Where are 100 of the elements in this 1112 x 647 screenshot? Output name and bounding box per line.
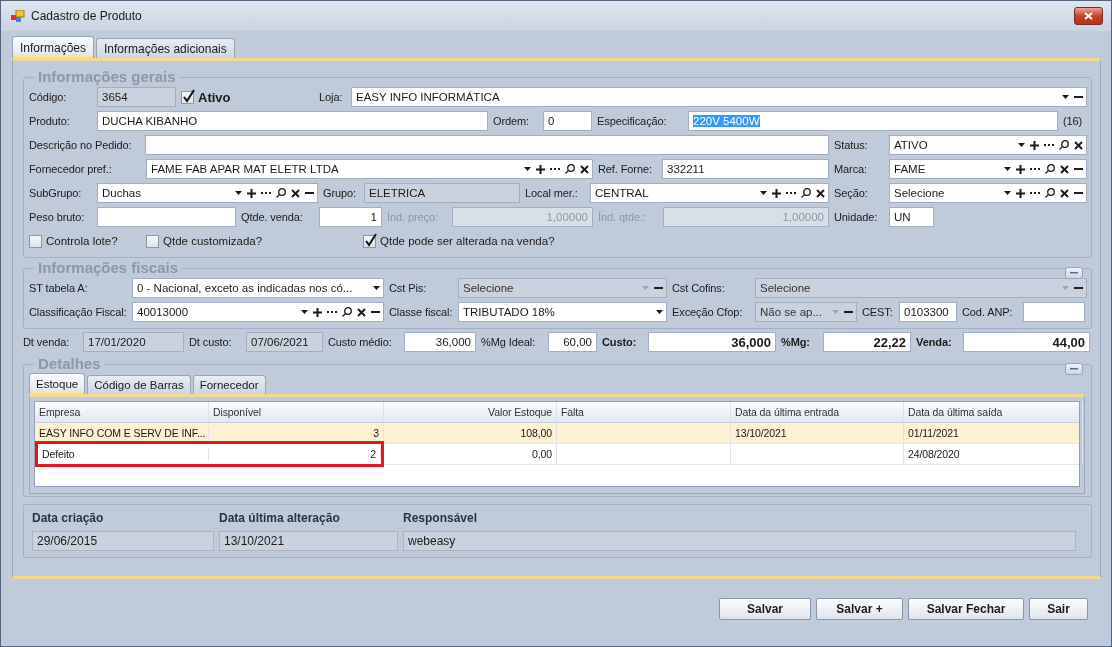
action-button[interactable]: Salvar + [816,598,903,620]
field-label: Descrição no Pedido: [29,139,132,151]
input-field[interactable]: 0103300 [899,302,957,322]
tab[interactable]: Informações adicionais [96,38,235,58]
plus-icon[interactable] [1030,140,1039,150]
input-field[interactable]: 1 [319,207,382,227]
dropdown-field[interactable]: FAME [889,159,1087,179]
close-icon[interactable] [357,307,366,317]
checkbox-label[interactable]: Qtde customizada? [163,235,263,247]
input-field[interactable]: 332211 [662,159,829,179]
field-label: Exceção Cfop: [672,306,743,318]
field-label: Status: [834,139,868,151]
dropdown-field[interactable]: ATIVO [889,135,1087,155]
caret-icon[interactable] [1018,143,1025,147]
close-icon[interactable] [1060,188,1069,198]
checkbox-label[interactable]: Ativo [198,89,231,105]
plus-icon[interactable] [536,164,545,174]
checkbox[interactable] [181,90,194,104]
readonly-field: 13/10/2021 [219,531,398,551]
checkbox[interactable] [363,234,376,248]
search-icon[interactable] [276,188,286,198]
input-field[interactable]: 36,000 [648,332,776,352]
action-button[interactable]: Salvar Fechar [908,598,1024,620]
dropdown-value: EASY INFO INFORMÁTICA [356,91,501,103]
caret-icon[interactable] [760,191,767,195]
readonly-field: ELETRICA [364,183,520,203]
dropdown-value: TRIBUTADO 18% [463,306,556,318]
dropdown-field[interactable]: Selecione [889,183,1087,203]
plus-icon[interactable] [1016,188,1025,198]
input-field[interactable]: 22,22 [823,332,911,352]
field-label: Fornecedor pref.: [29,163,112,175]
search-icon[interactable] [1045,188,1055,198]
caret-icon[interactable] [524,167,531,171]
input-field[interactable]: 36,000 [404,332,476,352]
input-field[interactable] [145,135,829,155]
caret-icon[interactable] [301,310,308,314]
dropdown-value: FAME FAB APAR MAT ELETR LTDA [151,163,340,175]
close-button[interactable] [1074,7,1103,25]
input-field[interactable]: 60,00 [548,332,597,352]
column-header[interactable]: Empresa [35,402,209,422]
collapse-button[interactable] [1065,363,1083,375]
tab[interactable]: Informações [12,36,95,58]
field-label: Classificação Fiscal: [29,306,127,318]
field-label: Ref. Forne: [598,163,652,175]
plus-icon[interactable] [247,188,256,198]
checkbox[interactable] [146,234,159,248]
input-field[interactable] [1023,302,1085,322]
column-header[interactable]: Data da última saída [904,402,1083,422]
input-field[interactable]: UN [889,207,934,227]
search-icon[interactable] [801,188,811,198]
checkbox-label[interactable]: Qtde pode ser alterada na venda? [380,235,555,247]
plus-icon[interactable] [772,188,781,198]
readonly-field: 29/06/2015 [32,531,214,551]
dropdown-field[interactable]: 0 - Nacional, exceto as indicadas nos có... [132,278,384,298]
search-icon[interactable] [342,307,352,317]
plus-icon[interactable] [313,307,322,317]
action-button[interactable]: Salvar [719,598,811,620]
column-header[interactable]: Data da última entrada [731,402,904,422]
caret-icon[interactable] [1004,167,1011,171]
caret-icon[interactable] [373,286,380,290]
tab[interactable]: Fornecedor [192,375,266,394]
dropdown-value: Selecione [894,187,946,199]
action-button[interactable]: Sair [1029,598,1088,620]
close-icon[interactable] [1074,140,1083,150]
column-header[interactable]: Valor Estoque [384,402,557,422]
input-field[interactable] [97,207,236,227]
dropdown-field[interactable]: CENTRAL [590,183,829,203]
search-icon[interactable] [1059,140,1069,150]
plus-icon[interactable] [1016,164,1025,174]
caret-icon[interactable] [235,191,242,195]
collapse-button[interactable] [1065,267,1083,279]
dropdown-field[interactable]: 40013000 [132,302,384,322]
dropdown-field[interactable]: Duchas [97,183,318,203]
close-icon[interactable] [1060,164,1069,174]
input-field[interactable]: 0 [543,111,592,131]
checkbox-label[interactable]: Controla lote? [46,235,118,247]
search-icon[interactable] [565,164,575,174]
tab[interactable]: Estoque [29,373,86,394]
field-label: Cst Cofins: [672,282,725,294]
field-label: Dt custo: [189,336,232,348]
close-icon[interactable] [816,188,825,198]
column-header[interactable]: Falta [557,402,731,422]
field-label: Ordem: [493,115,530,127]
caret-icon[interactable] [1004,191,1011,195]
field-label: (16) [1063,115,1083,127]
close-icon[interactable] [580,164,589,174]
close-icon[interactable] [291,188,300,198]
input-field[interactable]: DUCHA KIBANHO [97,111,488,131]
caret-icon[interactable] [656,310,663,314]
dropdown-field[interactable]: FAME FAB APAR MAT ELETR LTDA [146,159,593,179]
column-header[interactable]: Disponível [209,402,384,422]
tab[interactable]: Código de Barras [87,375,191,394]
input-field[interactable]: 44,00 [963,332,1090,352]
dropdown-field[interactable]: TRIBUTADO 18% [458,302,667,322]
search-icon[interactable] [1045,164,1055,174]
table-cell: EASY INFO COM E SERV DE INF... [35,427,209,439]
caret-icon[interactable] [1062,95,1069,99]
checkbox[interactable] [29,234,42,248]
dropdown-value: Não se ap... [760,306,823,318]
dropdown-field[interactable]: EASY INFO INFORMÁTICA [351,87,1087,107]
